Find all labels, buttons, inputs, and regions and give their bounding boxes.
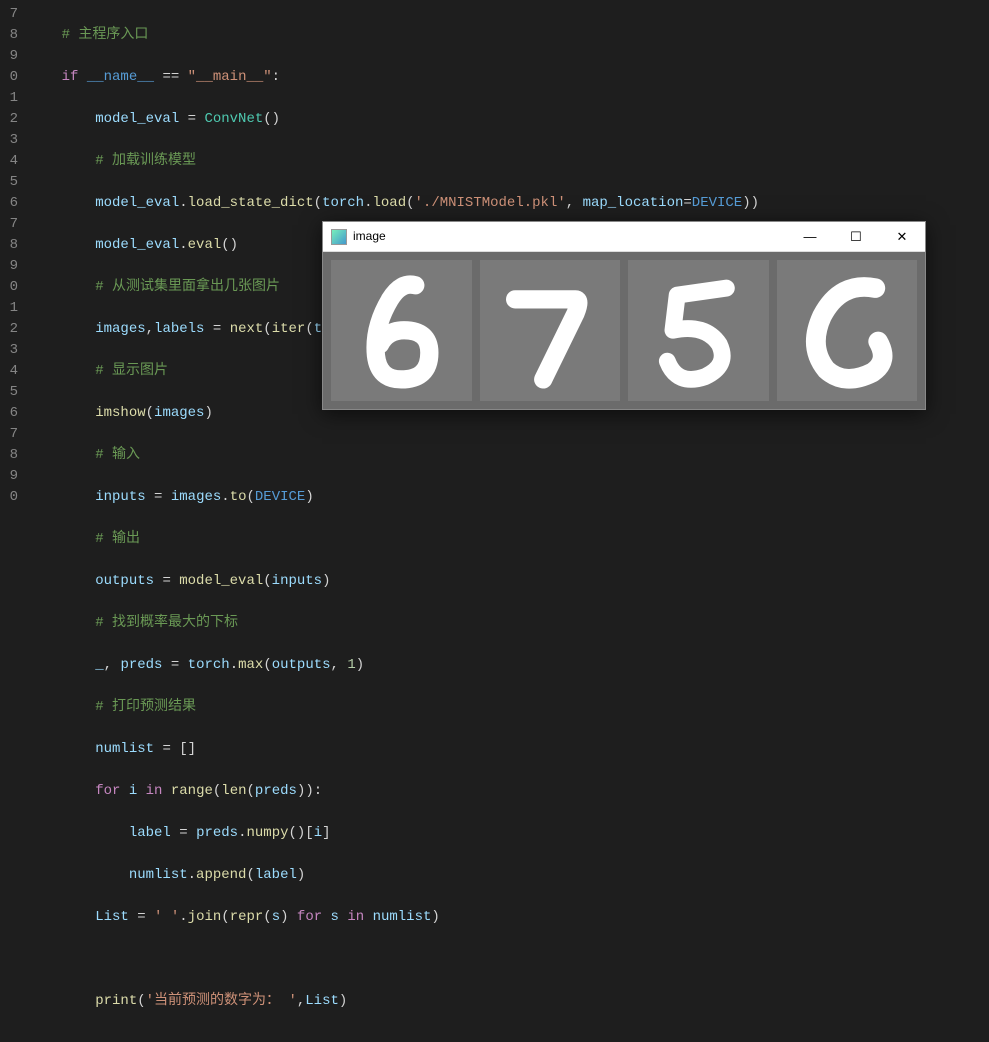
comment: # 找到概率最大的下标 <box>95 615 238 631</box>
op: == <box>154 69 188 85</box>
ident: labels <box>154 321 204 337</box>
ident: torch <box>322 195 364 211</box>
comment: # 显示图片 <box>95 363 168 379</box>
fn: next <box>230 321 264 337</box>
fn: len <box>221 783 246 799</box>
ident: torch <box>188 657 230 673</box>
fn: append <box>196 867 246 883</box>
ident: List <box>95 909 129 925</box>
ident: numlist <box>95 741 154 757</box>
comment: # 加载训练模型 <box>95 153 196 169</box>
const: DEVICE <box>692 195 742 211</box>
ident: List <box>305 993 339 1009</box>
ident: label <box>129 825 171 841</box>
string: "__main__" <box>188 69 272 85</box>
fn: imshow <box>95 405 145 421</box>
maximize-button[interactable]: ☐ <box>833 222 879 252</box>
kw: for <box>95 783 120 799</box>
ident: i <box>314 825 322 841</box>
comment: # 输出 <box>95 531 140 547</box>
string: ' ' <box>154 909 179 925</box>
ident: numlist <box>373 909 432 925</box>
comment: # 输入 <box>95 447 140 463</box>
ident: s <box>331 909 339 925</box>
kw: in <box>146 783 163 799</box>
ident: model_eval <box>95 111 179 127</box>
ident: numlist <box>129 867 188 883</box>
num: 1 <box>347 657 355 673</box>
fn: load_state_dict <box>188 195 314 211</box>
digit-image-1 <box>480 260 621 401</box>
ident: outputs <box>95 573 154 589</box>
string: '当前预测的数字为： ' <box>146 993 297 1009</box>
fn: join <box>188 909 222 925</box>
ident: model_eval <box>95 195 179 211</box>
ident: images <box>171 489 221 505</box>
digit-image-3 <box>777 260 918 401</box>
fn: load <box>373 195 407 211</box>
fn: to <box>230 489 247 505</box>
line-number-gutter: 7890 1234 5678 9012 3456 7890 <box>0 0 28 521</box>
ident: __name__ <box>87 69 154 85</box>
digit-image-0 <box>331 260 472 401</box>
comment: # 从测试集里面拿出几张图片 <box>95 279 280 295</box>
string: './MNISTModel.pkl' <box>415 195 566 211</box>
kw: if <box>62 69 79 85</box>
window-icon <box>331 229 347 245</box>
ident: outputs <box>272 657 331 673</box>
fn: range <box>171 783 213 799</box>
ident: label <box>255 867 297 883</box>
fn: print <box>95 993 137 1009</box>
fn: iter <box>272 321 306 337</box>
fn: repr <box>230 909 264 925</box>
fn: model_eval <box>179 573 263 589</box>
comment: # 主程序入口 <box>62 27 149 43</box>
ident: images <box>154 405 204 421</box>
image-canvas <box>323 252 925 409</box>
ident: inputs <box>272 573 322 589</box>
fn: eval <box>188 237 222 253</box>
window-title: image <box>353 226 787 247</box>
kw: for <box>297 909 322 925</box>
ident: _ <box>95 657 103 673</box>
ident: preds <box>255 783 297 799</box>
ident: preds <box>196 825 238 841</box>
ident: map_location <box>583 195 684 211</box>
ident: i <box>129 783 137 799</box>
ident: s <box>272 909 280 925</box>
ident: images <box>95 321 145 337</box>
image-preview-window[interactable]: image — ☐ ✕ <box>322 221 926 410</box>
ident: model_eval <box>95 237 179 253</box>
const: DEVICE <box>255 489 305 505</box>
fn: max <box>238 657 263 673</box>
ident: inputs <box>95 489 145 505</box>
close-button[interactable]: ✕ <box>879 222 925 252</box>
class: ConvNet <box>204 111 263 127</box>
kw: in <box>347 909 364 925</box>
comment: # 打印预测结果 <box>95 699 196 715</box>
minimize-button[interactable]: — <box>787 222 833 252</box>
ident: preds <box>120 657 162 673</box>
window-titlebar[interactable]: image — ☐ ✕ <box>323 222 925 252</box>
fn: numpy <box>246 825 288 841</box>
digit-image-2 <box>628 260 769 401</box>
